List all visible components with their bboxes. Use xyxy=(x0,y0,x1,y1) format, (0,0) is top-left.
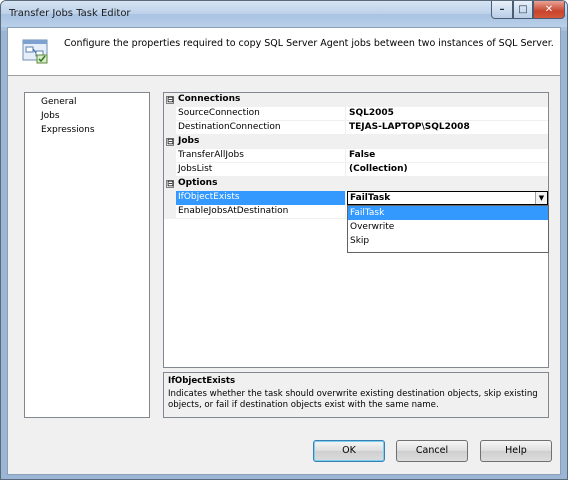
maximize-button[interactable]: □ xyxy=(513,1,533,19)
property-row-sourceconnection[interactable]: SourceConnection SQL2005 xyxy=(164,107,548,121)
dialog-client-area: Configure the properties required to cop… xyxy=(7,27,561,475)
minimize-icon: – xyxy=(499,4,505,15)
category-options[interactable]: ⊟ Options xyxy=(164,177,548,191)
description-text: Indicates whether the task should overwr… xyxy=(168,389,538,410)
task-icon xyxy=(22,39,48,64)
category-connections[interactable]: ⊟ Connections xyxy=(164,93,548,107)
category-jobs[interactable]: ⊟ Jobs xyxy=(164,135,548,149)
property-name: IfObjectExists xyxy=(176,191,346,205)
property-name: TransferAllJobs xyxy=(176,149,346,163)
property-grid: ⊟ Connections SourceConnection SQL2005 D… xyxy=(163,92,549,368)
minimize-button[interactable]: – xyxy=(491,1,513,19)
property-name: EnableJobsAtDestination xyxy=(176,205,346,219)
close-button[interactable]: ✕ xyxy=(533,1,565,19)
property-row-jobslist[interactable]: JobsList (Collection) xyxy=(164,163,548,177)
property-name: DestinationConnection xyxy=(176,121,346,135)
category-label: Options xyxy=(178,178,218,188)
property-row-transferalljobs[interactable]: TransferAllJobs False xyxy=(164,149,548,163)
collapse-icon[interactable]: ⊟ xyxy=(166,96,174,104)
property-name: JobsList xyxy=(176,163,346,177)
dropdown-option-failtask[interactable]: FailTask xyxy=(348,206,548,220)
property-value[interactable]: False xyxy=(346,149,548,163)
nav-item-expressions[interactable]: Expressions xyxy=(25,123,149,137)
collapse-icon[interactable]: ⊟ xyxy=(166,180,174,188)
dropdown-option-skip[interactable]: Skip xyxy=(348,234,548,248)
category-label: Connections xyxy=(178,94,241,104)
property-value[interactable]: SQL2005 xyxy=(346,107,548,121)
property-description-panel: IfObjectExists Indicates whether the tas… xyxy=(163,372,549,418)
collapse-icon[interactable]: ⊟ xyxy=(166,138,174,146)
property-row-ifobjectexists[interactable]: IfObjectExists FailTask ▼ xyxy=(164,191,548,205)
nav-item-general[interactable]: General xyxy=(25,95,149,109)
description-title: IfObjectExists xyxy=(168,376,236,386)
dropdown-option-overwrite[interactable]: Overwrite xyxy=(348,220,548,234)
help-button[interactable]: Help xyxy=(480,440,552,462)
dropdown-arrow-icon[interactable]: ▼ xyxy=(535,192,547,204)
combo-value: FailTask xyxy=(350,193,391,203)
title-bar[interactable]: Transfer Jobs Task Editor – □ ✕ xyxy=(1,1,567,27)
window-title: Transfer Jobs Task Editor xyxy=(9,8,131,19)
property-name: SourceConnection xyxy=(176,107,346,121)
nav-list: General Jobs Expressions xyxy=(24,92,150,418)
dialog-header: Configure the properties required to cop… xyxy=(8,28,560,76)
header-description: Configure the properties required to cop… xyxy=(64,38,554,49)
nav-item-jobs[interactable]: Jobs xyxy=(25,109,149,123)
ifobjectexists-combo[interactable]: FailTask ▼ xyxy=(347,191,548,205)
property-value[interactable]: (Collection) xyxy=(346,163,548,177)
property-row-destinationconnection[interactable]: DestinationConnection TEJAS-LAPTOP\SQL20… xyxy=(164,121,548,135)
dialog-window: Transfer Jobs Task Editor – □ ✕ Configur… xyxy=(0,0,568,480)
maximize-icon: □ xyxy=(518,4,528,15)
category-label: Jobs xyxy=(178,136,200,146)
close-icon: ✕ xyxy=(544,4,554,15)
cancel-button[interactable]: Cancel xyxy=(396,440,468,462)
property-value[interactable]: TEJAS-LAPTOP\SQL2008 xyxy=(346,121,548,135)
ok-button[interactable]: OK xyxy=(313,440,385,462)
ifobjectexists-dropdown-list: FailTask Overwrite Skip xyxy=(347,205,549,253)
